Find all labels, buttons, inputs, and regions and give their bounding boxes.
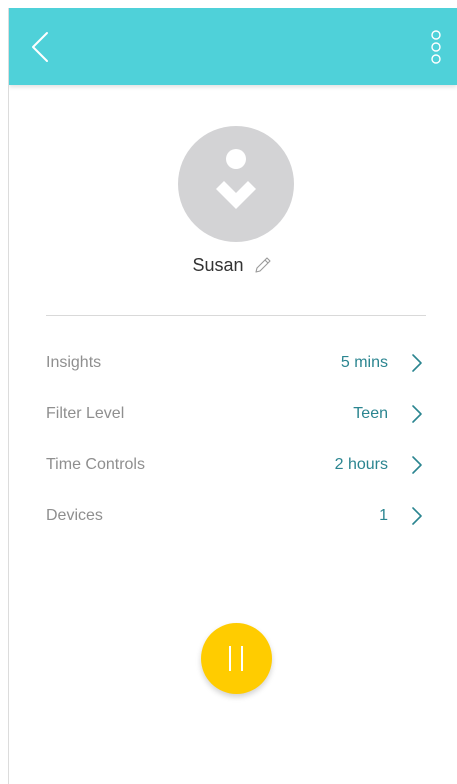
row-value: Teen: [353, 405, 388, 422]
row-label: Insights: [46, 354, 102, 371]
row-value: 5 mins: [340, 354, 388, 371]
more-vertical-icon: [431, 30, 441, 64]
row-filter-level[interactable]: Filter Level Teen: [46, 394, 426, 434]
profile-name: Susan: [192, 254, 244, 275]
chevron-left-icon: [32, 32, 48, 62]
more-options-button[interactable]: [429, 28, 443, 68]
row-value: 1: [379, 507, 388, 524]
chevron-right-icon: [412, 354, 422, 372]
back-button[interactable]: [27, 30, 55, 64]
pause-button[interactable]: [201, 623, 272, 694]
row-devices[interactable]: Devices 1: [46, 496, 426, 536]
row-label: Filter Level: [46, 405, 125, 422]
edit-name-button[interactable]: [252, 254, 274, 276]
profile-name-row: Susan: [9, 254, 457, 284]
profile-screen: Susan Insights 5 mins Filter Level Teen …: [8, 8, 457, 784]
chevron-right-icon: [412, 456, 422, 474]
row-value: 2 hours: [334, 456, 388, 473]
top-app-bar: [9, 8, 457, 85]
row-label: Time Controls: [46, 456, 145, 473]
row-label: Devices: [46, 507, 103, 524]
avatar[interactable]: [178, 126, 294, 242]
chevron-right-icon: [412, 507, 422, 525]
row-insights[interactable]: Insights 5 mins: [46, 343, 426, 383]
person-icon: [216, 149, 256, 209]
chevron-right-icon: [412, 405, 422, 423]
row-time-controls[interactable]: Time Controls 2 hours: [46, 445, 426, 485]
section-divider: [46, 315, 426, 316]
pencil-icon: [254, 257, 271, 273]
